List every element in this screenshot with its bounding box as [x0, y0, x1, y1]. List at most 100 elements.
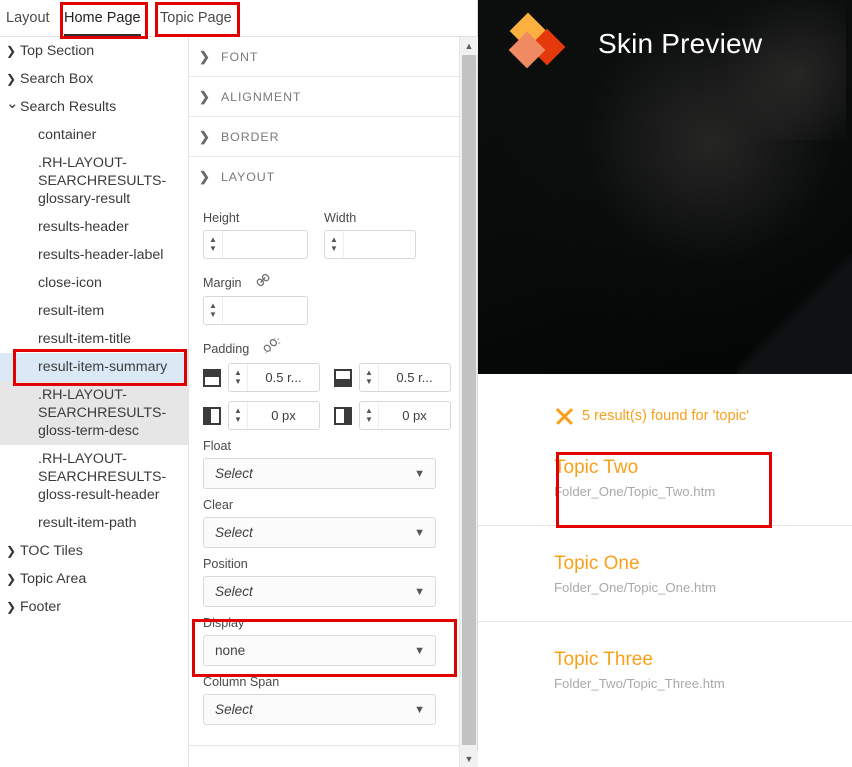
chevron-right-icon[interactable]: ❯	[6, 542, 20, 560]
padding-bottom-icon	[334, 368, 352, 387]
height-stepper[interactable]: ▲ ▼	[203, 230, 308, 259]
padding-right-input[interactable]: 0 px	[379, 402, 450, 429]
padding-left-input[interactable]: 0 px	[248, 402, 319, 429]
preview-title: Skin Preview	[598, 28, 763, 59]
chain-broken-icon[interactable]	[261, 337, 281, 359]
chevron-right-icon[interactable]: ❯	[6, 70, 20, 88]
results-header: 5 result(s) found for 'topic'	[478, 374, 852, 430]
padding-left-stepper[interactable]: ▲ ▼ 0 px	[228, 401, 320, 430]
tree-item-label: result-item-summary	[38, 359, 168, 375]
chevron-down-icon: ▼	[414, 644, 425, 657]
close-x-icon[interactable]	[554, 406, 574, 426]
padding-top-stepper[interactable]: ▲ ▼ 0.5 r...	[228, 363, 320, 392]
chevron-right-icon: ❯	[199, 128, 210, 144]
padding-vertical-row: ▲ ▼ 0.5 r... ▲ ▼ 0.5 r...	[203, 363, 452, 392]
clear-select-value: Select	[215, 525, 253, 540]
stepper-arrows-icon[interactable]: ▲ ▼	[229, 364, 248, 391]
padding-bottom-cell: ▲ ▼ 0.5 r...	[334, 363, 451, 392]
position-select[interactable]: Select ▼	[203, 576, 436, 607]
tree-item-11[interactable]: .RH-LAYOUT-SEARCHRESULTS-gloss-term-desc	[0, 381, 188, 445]
width-stepper[interactable]: ▲ ▼	[324, 230, 416, 259]
tree-item-13[interactable]: result-item-path	[0, 509, 188, 537]
tree-item-4[interactable]: .RH-LAYOUT-SEARCHRESULTS-glossary-result	[0, 149, 188, 213]
clear-select[interactable]: Select ▼	[203, 517, 436, 548]
float-select[interactable]: Select ▼	[203, 458, 436, 489]
chevron-right-icon[interactable]: ❯	[6, 42, 20, 60]
tree-item-5[interactable]: results-header	[0, 213, 188, 241]
properties-scrollbar[interactable]: ▲ ▼	[459, 37, 478, 767]
stepper-arrows-icon[interactable]: ▲ ▼	[229, 402, 248, 429]
tab-layout[interactable]: Layout	[6, 0, 50, 36]
chevron-right-icon: ❯	[199, 48, 210, 64]
position-select-value: Select	[215, 584, 253, 599]
chevron-right-icon[interactable]: ❯	[6, 598, 20, 616]
result-item-path: Folder_One/Topic_One.htm	[554, 580, 716, 595]
tree-group-1[interactable]: ❯ Search Box	[0, 65, 188, 93]
chain-linked-icon[interactable]	[254, 273, 272, 292]
padding-top-icon	[203, 368, 221, 387]
stepper-arrows-icon[interactable]: ▲ ▼	[204, 231, 223, 258]
result-item-title[interactable]: Topic Three	[554, 648, 852, 672]
section-layout[interactable]: ❯ LAYOUT	[189, 157, 464, 197]
result-item[interactable]: Topic Two Folder_One/Topic_Two.htm	[478, 430, 852, 525]
tree-item-label: close-icon	[38, 275, 102, 291]
section-alignment[interactable]: ❯ ALIGNMENT	[189, 77, 464, 117]
display-select[interactable]: none ▼	[203, 635, 436, 666]
section-border-label: BORDER	[221, 129, 280, 144]
section-font[interactable]: ❯ FONT	[189, 37, 464, 77]
chevron-down-icon: ▼	[414, 526, 425, 539]
properties-scroll-area[interactable]: ❯ FONT ❯ ALIGNMENT ❯ BORDER ❯ LAYOUT Hei…	[189, 37, 464, 745]
tree-item-8[interactable]: result-item	[0, 297, 188, 325]
tree-group-15[interactable]: ❯ Topic Area	[0, 565, 188, 593]
column-span-select[interactable]: Select ▼	[203, 694, 436, 725]
tree-item-label: results-header	[38, 219, 129, 235]
tree-group-16[interactable]: ❯ Footer	[0, 593, 188, 621]
padding-bottom-input[interactable]: 0.5 r...	[379, 364, 450, 391]
component-tree[interactable]: ❯ Top Section ❯ Search Box ⌄ Search Results co…	[0, 37, 188, 767]
tree-item-3[interactable]: container	[0, 121, 188, 149]
height-input[interactable]	[223, 231, 307, 258]
scrollbar-thumb[interactable]	[462, 55, 476, 745]
three-diamonds-logo-icon	[508, 12, 568, 73]
padding-bottom-stepper[interactable]: ▲ ▼ 0.5 r...	[359, 363, 451, 392]
section-alignment-label: ALIGNMENT	[221, 89, 302, 104]
tab-home-page[interactable]: Home Page	[64, 0, 141, 36]
stepper-arrows-icon[interactable]: ▲ ▼	[360, 402, 379, 429]
tree-item-10[interactable]: result-item-summary	[0, 353, 188, 381]
skin-preview-panel: Skin Preview 5 result(s) found for 'topi…	[478, 0, 852, 767]
layout-section-body: Height ▲ ▼ Width ▲ ▼ Margin ▲ ▼ Padding …	[189, 197, 464, 725]
stepper-arrows-icon[interactable]: ▲ ▼	[360, 364, 379, 391]
display-label: Display	[203, 616, 245, 630]
section-border[interactable]: ❯ BORDER	[189, 117, 464, 157]
result-item[interactable]: Topic One Folder_One/Topic_One.htm	[478, 525, 852, 621]
tree-item-12[interactable]: .RH-LAYOUT-SEARCHRESULTS-gloss-result-he…	[0, 445, 188, 509]
tree-item-label: Search Box	[20, 71, 94, 87]
tree-item-label: result-item	[38, 303, 105, 319]
chevron-right-icon: ❯	[199, 88, 210, 104]
margin-input[interactable]	[223, 297, 307, 324]
margin-stepper[interactable]: ▲ ▼	[203, 296, 308, 325]
result-item-title[interactable]: Topic One	[554, 552, 852, 576]
stepper-arrows-icon[interactable]: ▲ ▼	[204, 297, 223, 324]
width-input[interactable]	[344, 231, 415, 258]
tree-group-2[interactable]: ⌄ Search Results	[0, 93, 188, 121]
scrollbar-up-arrow-icon[interactable]: ▲	[460, 37, 478, 54]
tree-item-6[interactable]: results-header-label	[0, 241, 188, 269]
tree-group-0[interactable]: ❯ Top Section	[0, 37, 188, 65]
tree-group-14[interactable]: ❯ TOC Tiles	[0, 537, 188, 565]
tree-item-7[interactable]: close-icon	[0, 269, 188, 297]
chevron-right-icon[interactable]: ❯	[6, 570, 20, 588]
search-results-container: 5 result(s) found for 'topic' Topic Two …	[478, 374, 852, 717]
padding-right-stepper[interactable]: ▲ ▼ 0 px	[359, 401, 451, 430]
tree-item-label: Top Section	[20, 43, 95, 59]
result-item[interactable]: Topic Three Folder_Two/Topic_Three.htm	[478, 621, 852, 717]
stepper-arrows-icon[interactable]: ▲ ▼	[325, 231, 344, 258]
result-item-title[interactable]: Topic Two	[554, 456, 852, 480]
tab-topic-page[interactable]: Topic Page	[160, 0, 232, 36]
scrollbar-down-arrow-icon[interactable]: ▼	[460, 750, 478, 767]
chevron-down-icon[interactable]: ⌄	[6, 96, 20, 111]
padding-top-input[interactable]: 0.5 r...	[248, 364, 319, 391]
clear-label: Clear	[203, 498, 234, 512]
tree-item-9[interactable]: result-item-title	[0, 325, 188, 353]
display-field-group: Display none ▼	[203, 616, 452, 666]
